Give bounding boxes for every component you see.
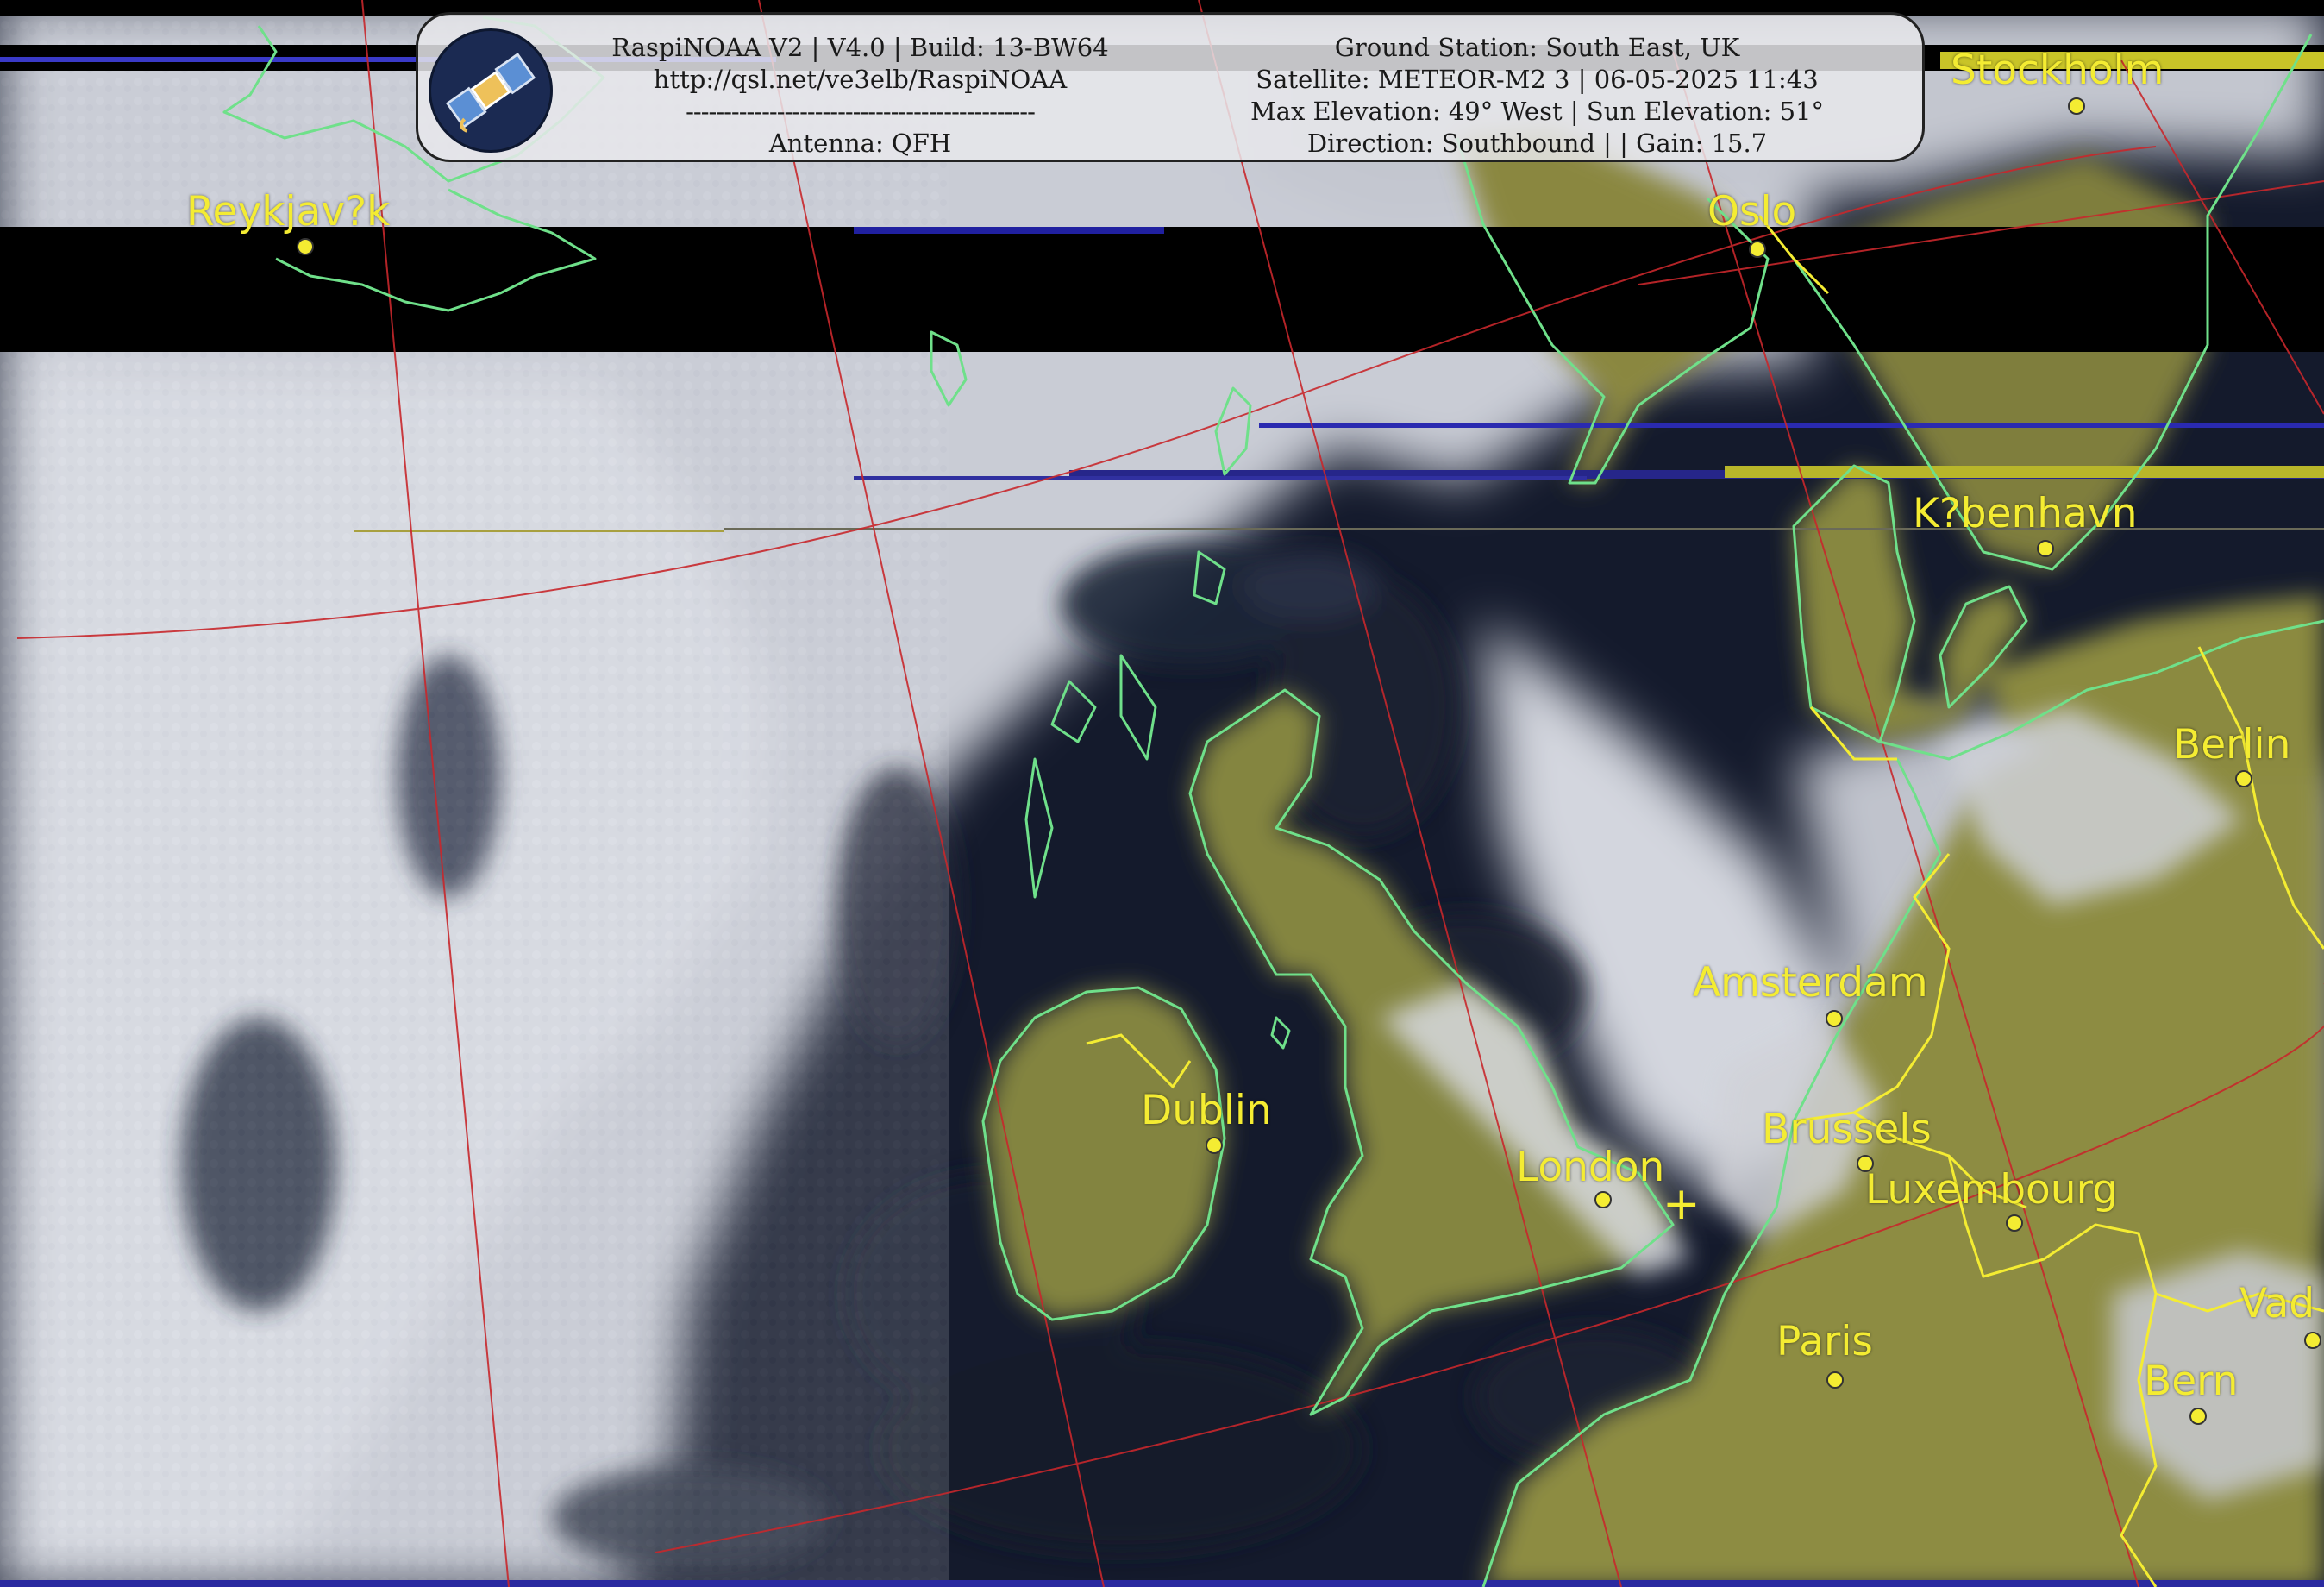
city-label-london: London — [1516, 1144, 1665, 1191]
city-label-kobenhavn: K?benhavn — [1913, 490, 2138, 537]
satellite-pass: Satellite: METEOR-M2 3 | 06-05-2025 11:4… — [1256, 65, 1819, 94]
city-label-brussels: Brussels — [1762, 1106, 1932, 1153]
city-marker-luxembourg — [2006, 1214, 2023, 1232]
city-marker-dublin — [1206, 1137, 1223, 1154]
header-info-box: RaspiNOAA V2 | V4.0 | Build: 13-BW64 htt… — [416, 12, 1925, 162]
city-marker-stockholm — [2068, 97, 2085, 115]
software-version: RaspiNOAA V2 | V4.0 | Build: 13-BW64 — [611, 33, 1109, 62]
city-label-berlin: Berlin — [2173, 721, 2291, 768]
city-label-stockholm: Stockholm — [1951, 47, 2164, 94]
elevation-info: Max Elevation: 49° West | Sun Elevation:… — [1250, 97, 1825, 126]
city-marker-paris — [1826, 1371, 1844, 1389]
city-marker-oslo — [1749, 241, 1766, 258]
city-label-oslo: Oslo — [1707, 188, 1797, 235]
city-label-dublin: Dublin — [1141, 1087, 1272, 1134]
city-label-luxembourg: Luxembourg — [1865, 1166, 2118, 1214]
city-marker-vaduz — [2304, 1332, 2321, 1349]
direction-gain: Direction: Southbound | | Gain: 15.7 — [1306, 129, 1768, 158]
header-divider: ----------------------------------------… — [686, 97, 1036, 126]
satellite-image — [0, 0, 2324, 1587]
city-marker-london — [1594, 1191, 1612, 1208]
city-marker-kobenhavn — [2037, 540, 2054, 557]
ground-station-marker: + — [1663, 1178, 1701, 1230]
city-marker-reykjavik — [297, 238, 314, 255]
ground-station: Ground Station: South East, UK — [1334, 33, 1740, 62]
city-marker-bern — [2189, 1408, 2207, 1425]
city-label-vaduz: Vad — [2239, 1280, 2315, 1327]
city-marker-amsterdam — [1826, 1010, 1843, 1027]
city-label-reykjavik: Reykjav?k — [186, 188, 391, 235]
city-label-bern: Bern — [2144, 1358, 2239, 1405]
city-label-amsterdam: Amsterdam — [1693, 959, 1928, 1007]
dropout-band — [0, 227, 2324, 352]
header-left-column: RaspiNOAA V2 | V4.0 | Build: 13-BW64 htt… — [569, 32, 1151, 160]
project-url: http://qsl.net/ve3elb/RaspiNOAA — [653, 65, 1068, 94]
city-label-paris: Paris — [1776, 1318, 1873, 1365]
header-right-column: Ground Station: South East, UK Satellite… — [1173, 32, 1901, 160]
city-marker-berlin — [2235, 770, 2252, 787]
antenna-info: Antenna: QFH — [768, 129, 952, 158]
satellite-icon — [429, 28, 553, 153]
